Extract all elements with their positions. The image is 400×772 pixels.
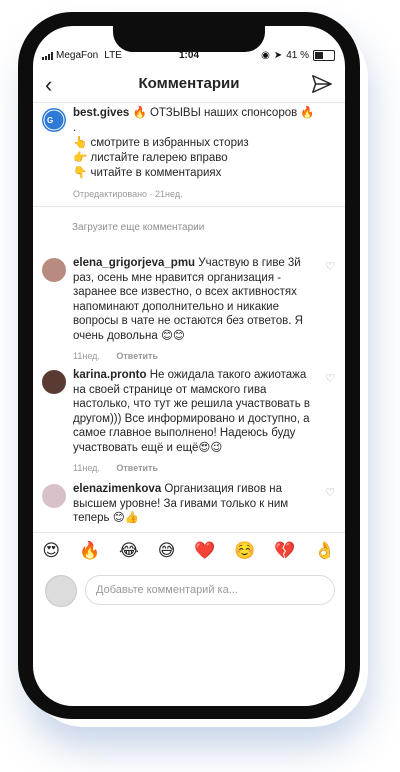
emoji-button[interactable]: 💔 <box>274 541 295 561</box>
emoji-button[interactable]: 😂 <box>119 541 139 561</box>
comment-username[interactable]: elenazimenkova <box>73 483 161 495</box>
reply-button[interactable]: Ответить <box>116 351 158 361</box>
post-meta: Отредактировано · 21нед. <box>73 189 183 199</box>
post-username[interactable]: best.gives <box>73 107 129 119</box>
comment-username[interactable]: karina.pronto <box>73 369 146 381</box>
battery-icon <box>313 50 335 61</box>
comment-text: Участвую в гиве 3й раз, осень мне нравит… <box>73 257 303 342</box>
comment-meta: 11нед. Ответить <box>73 349 318 364</box>
emoji-button[interactable]: ❤️ <box>194 541 215 561</box>
load-more-link[interactable]: Загрузите еще комментарии <box>72 222 204 233</box>
comment-time: 11нед. <box>73 463 100 473</box>
notch <box>113 26 265 52</box>
comment-input[interactable]: Добавьте комментарий ка... <box>85 575 335 605</box>
svg-text:G: G <box>47 116 53 125</box>
avatar[interactable] <box>42 484 66 508</box>
caption-text: best.gives 🔥 ОТЗЫВЫ наших спонсоров 🔥 . … <box>73 106 335 202</box>
header: ‹ Комментарии <box>33 68 345 102</box>
comment-text: Не ожидала такого ажиотажа на своей стра… <box>73 369 310 454</box>
send-icon[interactable] <box>311 73 333 100</box>
like-heart-icon[interactable]: ♡ <box>325 486 335 499</box>
caption-line-3: 👆 смотрите в избранных сториз <box>73 137 249 149</box>
comment-composer: Добавьте комментарий ка... <box>33 573 345 609</box>
comment-body: elena_grigorjeva_pmu Участвую в гиве 3й … <box>73 256 318 364</box>
emoji-button[interactable]: 😍 <box>42 541 60 561</box>
emoji-button[interactable]: 😅 <box>158 541 176 561</box>
status-right: ◉ ➤ 41 % <box>261 50 335 61</box>
emoji-button[interactable]: 👌 <box>314 541 335 561</box>
avatar[interactable] <box>42 258 66 282</box>
reply-button[interactable]: Ответить <box>116 463 158 473</box>
emoji-button[interactable]: ☺️ <box>234 541 255 561</box>
caption-line-4: 👉 листайте галерею вправо <box>73 152 228 164</box>
emoji-divider <box>33 532 345 533</box>
like-heart-icon[interactable]: ♡ <box>325 260 335 273</box>
emoji-quick-bar: 😍 🔥 😂 😅 ❤️ ☺️ 💔 👌 <box>33 538 345 564</box>
status-bar: MegaFon LTE 1:04 ◉ ➤ 41 % <box>33 50 345 66</box>
battery-label: 41 % <box>286 50 309 61</box>
caption-line-1: 🔥 ОТЗЫВЫ наших спонсоров 🔥 <box>132 107 315 119</box>
phone-screen: MegaFon LTE 1:04 ◉ ➤ 41 % ‹ Комментарии … <box>33 26 345 706</box>
header-divider <box>33 102 345 103</box>
comment-body: elenazimenkova Организация гивов на высш… <box>73 482 318 526</box>
comment-username[interactable]: elena_grigorjeva_pmu <box>73 257 195 269</box>
comment-body: karina.pronto Не ожидала такого ажиотажа… <box>73 368 318 476</box>
caption-divider <box>33 206 345 207</box>
post-avatar[interactable]: G <box>42 108 66 132</box>
rotation-lock-icon: ◉ <box>261 50 270 61</box>
like-heart-icon[interactable]: ♡ <box>325 372 335 385</box>
emoji-button[interactable]: 🔥 <box>79 541 100 561</box>
caption-line-5: 👇 читайте в комментариях <box>73 167 222 179</box>
page-title: Комментарии <box>138 75 240 92</box>
comment: elenazimenkova Организация гивов на высш… <box>33 482 345 526</box>
location-icon: ➤ <box>273 50 283 61</box>
avatar <box>45 575 77 607</box>
comment-meta: 11нед. Ответить <box>73 461 318 476</box>
caption-line-2: . <box>73 122 77 134</box>
avatar[interactable] <box>42 370 66 394</box>
comment-time: 11нед. <box>73 351 100 361</box>
